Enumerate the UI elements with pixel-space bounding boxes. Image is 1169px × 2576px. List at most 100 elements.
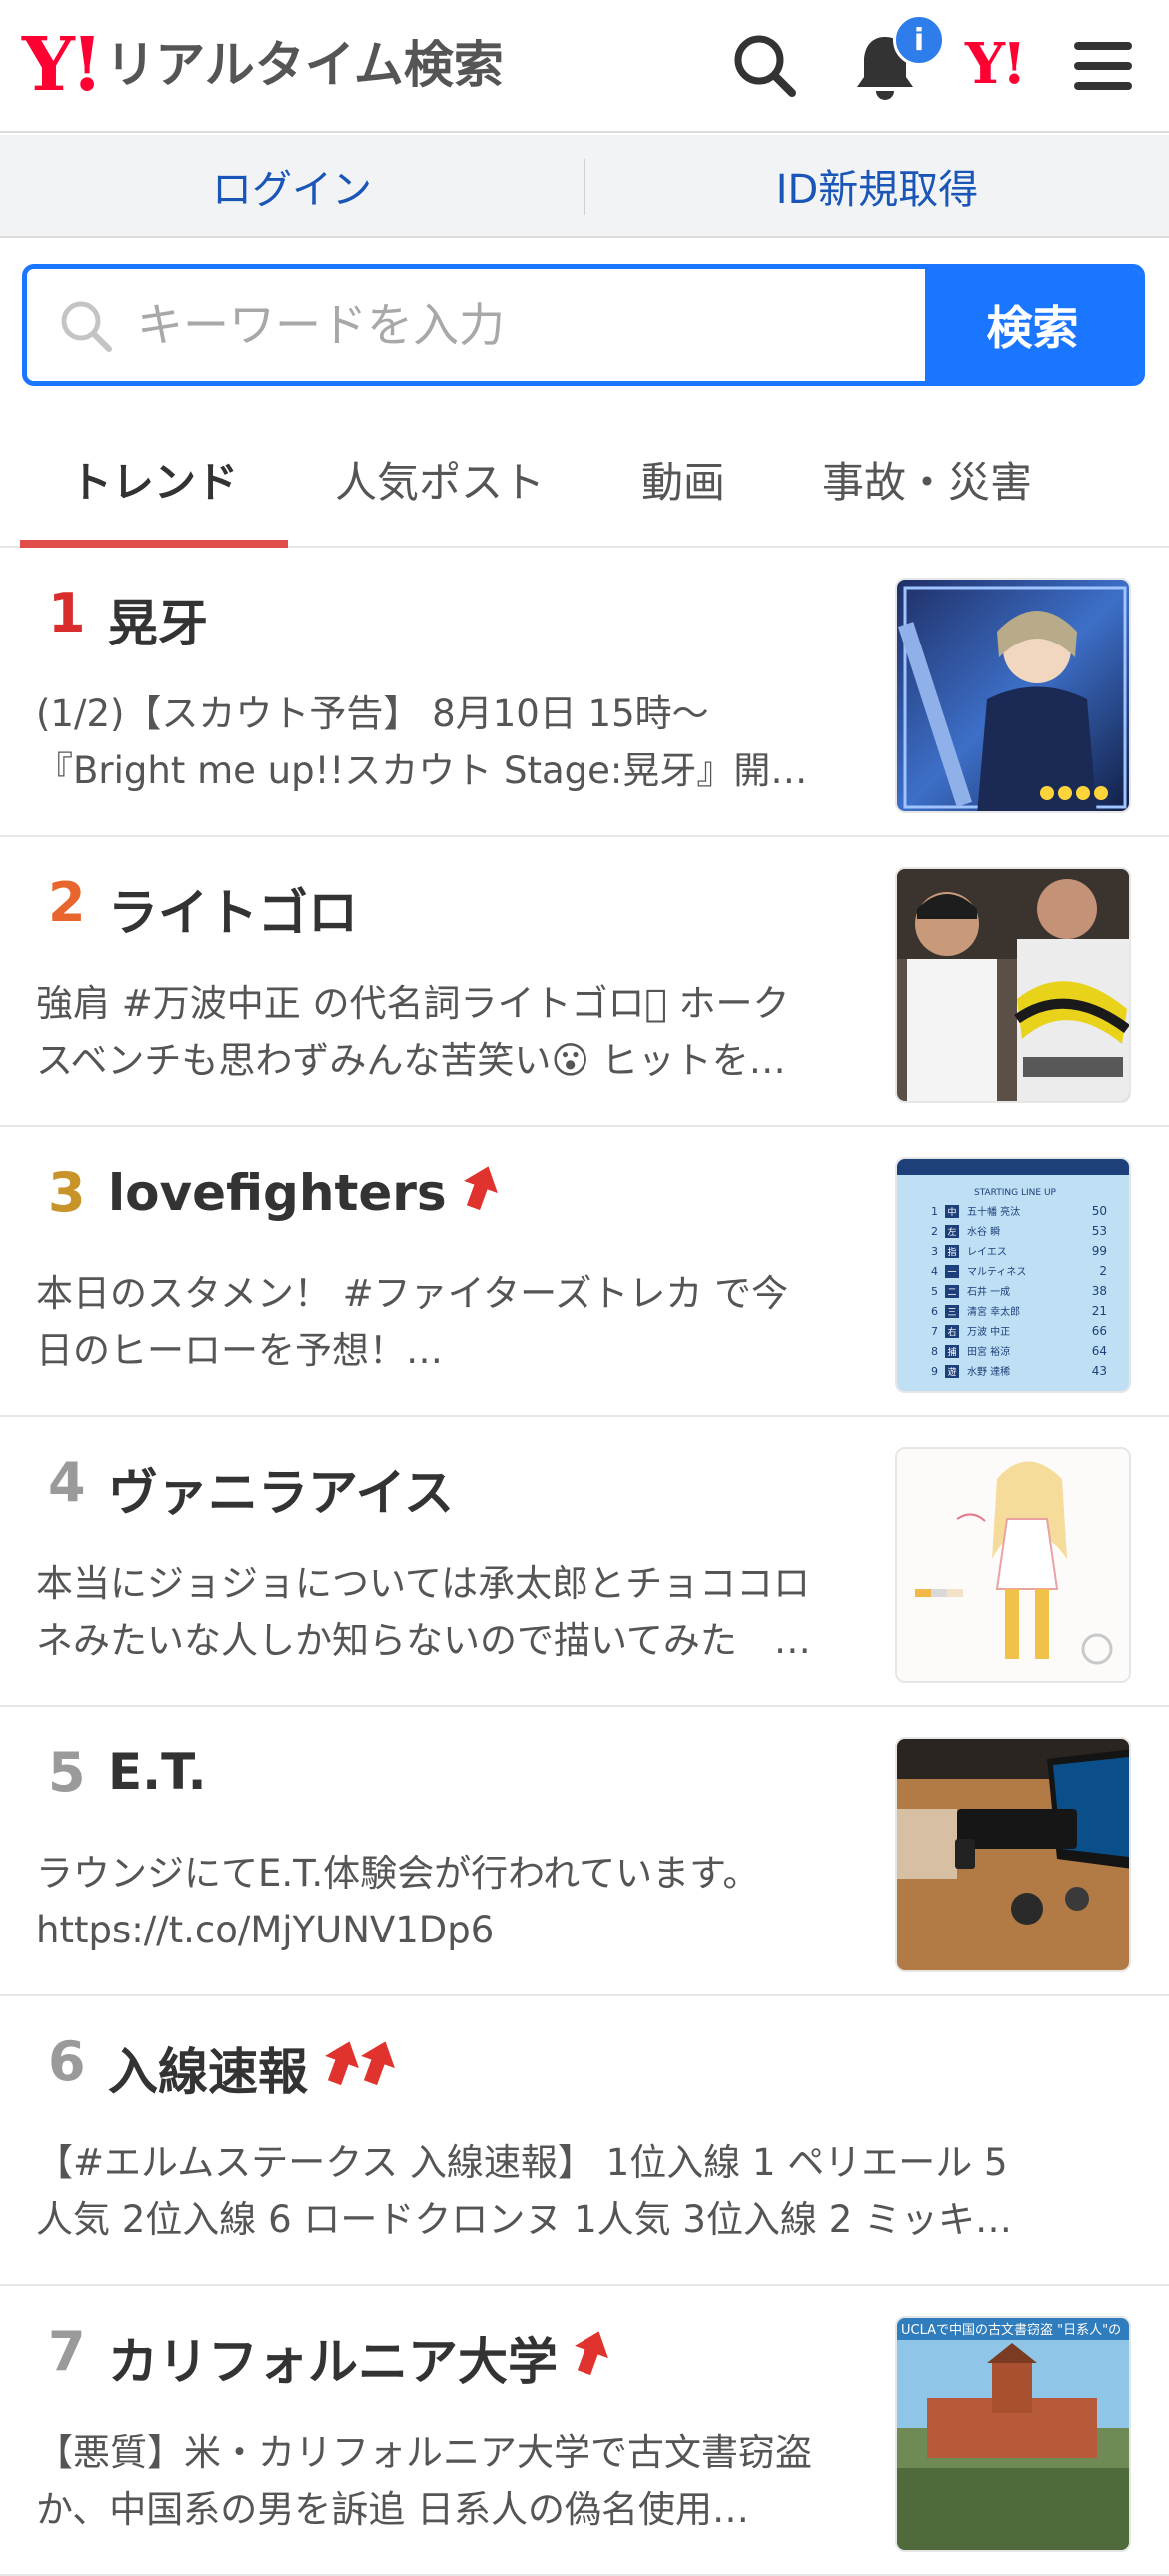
trend-title-text: ヴァニラアイス xyxy=(108,1464,454,1522)
trend-title[interactable]: 晃牙 xyxy=(108,584,208,655)
trend-snippet: 本日のスタメン！ #ファイターズトレカ で今 日のヒーローを予想！… xyxy=(36,1265,855,1379)
trend-snippet: ラウンジにてE.T.体験会が行われています。 https://t.co/MjYUN… xyxy=(36,1845,855,1958)
trend-title-text: lovefighters xyxy=(108,1164,447,1222)
svg-text:9: 9 xyxy=(931,1365,938,1378)
svg-text:53: 53 xyxy=(1092,1224,1107,1238)
svg-text:二: 二 xyxy=(947,1288,956,1298)
svg-text:64: 64 xyxy=(1092,1344,1107,1358)
trend-snippet-line: (1/2)【スカウト予告】 8月10日 15時〜 xyxy=(36,692,709,735)
trend-item[interactable]: 6 入線速報【#エルムステークス 入線速報】 1位入線 1 ペリエール 5 人気 2… xyxy=(0,1996,1169,2286)
trend-rank: 7 xyxy=(48,2320,86,2383)
svg-text:5: 5 xyxy=(931,1285,938,1298)
trend-item[interactable]: 2 ライトゴロ 強肩 #万波中正 の代名詞ライトゴロ􁉡 ホーク スベンチも思わずみんな… xyxy=(0,837,1169,1127)
trend-up-arrow-icon xyxy=(358,2038,398,2098)
tab-videos[interactable]: 動画 xyxy=(599,410,767,548)
trend-rank: 1 xyxy=(48,582,86,644)
trend-rank: 2 xyxy=(48,871,86,934)
active-tab-indicator xyxy=(20,540,288,548)
svg-text:4: 4 xyxy=(931,1265,938,1278)
lineup-card-image[interactable]: STARTING LINE UP 1 中五十幡 亮汰 50 2 左水谷 瞬 53 3 指レイエス… xyxy=(895,1157,1131,1393)
svg-text:2: 2 xyxy=(931,1225,938,1238)
trend-snippet-line: 『Bright me up!!スカウト Stage:晃牙』開… xyxy=(36,749,808,792)
trend-item[interactable]: 1 晃牙 (1/2)【スカウト予告】 8月10日 15時〜『Bright me up… xyxy=(0,548,1169,837)
logo-text: リアルタイム検索 xyxy=(105,36,504,94)
svg-text:1: 1 xyxy=(931,1205,938,1218)
trend-title[interactable]: ライトゴロ xyxy=(108,873,358,945)
baseball-bench-image[interactable] xyxy=(895,867,1131,1103)
yahoo-logo[interactable]: Y! xyxy=(965,36,1027,92)
svg-text:38: 38 xyxy=(1092,1284,1107,1298)
trend-snippet-line: 本日のスタメン！ #ファイターズトレカ で今 xyxy=(36,1272,789,1315)
notification-badge: i xyxy=(893,14,945,66)
trend-item[interactable]: 3 lovefighters 本日のスタメン！ #ファイターズトレカ で今 日のヒーロ… xyxy=(0,1127,1169,1417)
svg-text:田宮 裕涼: 田宮 裕涼 xyxy=(967,1345,1010,1358)
trend-item[interactable]: 7 カリフォルニア大学【悪質】米・カリフォルニア大学で古文書窃盗 か、中国系の男を訴… xyxy=(0,2286,1169,2576)
svg-text:一: 一 xyxy=(947,1268,956,1278)
trend-snippet: 本当にジョジョについては承太郎とチョココロ ネみたいな人しか知らないので描いてみた… xyxy=(36,1555,855,1669)
trend-rank: 3 xyxy=(48,1161,86,1224)
trend-title-text: ライトゴロ xyxy=(108,884,358,942)
svg-text:66: 66 xyxy=(1092,1324,1107,1338)
menu-icon[interactable] xyxy=(1065,28,1141,104)
trend-snippet-line: 人気 2位入線 6 ロードクロンヌ 1人気 3位入線 2 ミッキ… xyxy=(36,2198,1013,2241)
trend-snippet-line: ラウンジにてE.T.体験会が行われています。 xyxy=(36,1852,760,1895)
game-console-image[interactable] xyxy=(895,1737,1131,1972)
trend-snippet-line: か、中国系の男を訴追 日系人の偽名使用… xyxy=(36,2488,750,2531)
illustration-image[interactable] xyxy=(895,1447,1131,1683)
trend-snippet-line: https://t.co/MjYUNV1Dp6 xyxy=(36,1909,495,1951)
trend-snippet: 【悪質】米・カリフォルニア大学で古文書窃盗 か、中国系の男を訴追 日系人の偽名使用… xyxy=(36,2424,855,2538)
search-button[interactable]: 検索 xyxy=(925,269,1140,381)
news-campus-image[interactable]: UCLAで中国の古文書窃盗 "日系人"の xyxy=(895,2316,1131,2552)
svg-text:右: 右 xyxy=(947,1326,956,1338)
trend-title-text: 入線速報 xyxy=(108,2043,308,2101)
trend-title[interactable]: lovefighters xyxy=(108,1163,501,1223)
trend-snippet: 【#エルムステークス 入線速報】 1位入線 1 ペリエール 5 人気 2位入線 6… xyxy=(36,2134,1135,2248)
trend-title[interactable]: カリフォルニア大学 xyxy=(108,2322,611,2394)
trend-up-arrow-icon xyxy=(461,1163,501,1223)
trend-title[interactable]: 入線速報 xyxy=(108,2032,398,2104)
svg-text:指: 指 xyxy=(947,1246,956,1258)
trend-rank: 5 xyxy=(48,1741,86,1804)
svg-text:マルティネス: マルティネス xyxy=(967,1266,1026,1278)
tab-accidents-disasters[interactable]: 事故・災害 xyxy=(799,410,1055,548)
svg-text:三: 三 xyxy=(947,1308,956,1318)
svg-text:水野 達稀: 水野 達稀 xyxy=(967,1365,1010,1378)
trend-snippet-line: スベンチも思わずみんな苦笑い😮 ヒットを… xyxy=(36,1039,786,1082)
svg-text:8: 8 xyxy=(931,1345,938,1358)
tab-trend[interactable]: トレンド xyxy=(20,410,288,548)
trend-item[interactable]: 4 ヴァニラアイス本当にジョジョについては承太郎とチョココロ ネみたいな人しか知らな… xyxy=(0,1417,1169,1707)
signup-link[interactable]: ID新規取得 xyxy=(585,135,1169,236)
trend-title-text: 晃牙 xyxy=(108,595,208,652)
trend-snippet-line: 本当にジョジョについては承太郎とチョココロ xyxy=(36,1562,811,1605)
svg-text:万波 中正: 万波 中正 xyxy=(967,1325,1010,1338)
svg-text:7: 7 xyxy=(931,1325,938,1338)
svg-text:50: 50 xyxy=(1092,1204,1107,1218)
search-icon[interactable] xyxy=(727,28,803,104)
trend-title[interactable]: ヴァニラアイス xyxy=(108,1453,454,1525)
svg-text:遊: 遊 xyxy=(947,1366,956,1378)
trend-rank: 6 xyxy=(48,2030,86,2093)
lineup-header: STARTING LINE UP xyxy=(974,1188,1057,1198)
svg-text:水谷 瞬: 水谷 瞬 xyxy=(967,1225,1000,1238)
yahoo-realtime-logo[interactable]: Y! リアルタイム検索 xyxy=(22,28,504,102)
trend-item[interactable]: 5 E.T. ラウンジにてE.T.体験会が行われています。 https://t.co/… xyxy=(0,1707,1169,1996)
anime-card-image[interactable] xyxy=(895,578,1131,813)
search-field-icon xyxy=(57,297,115,359)
svg-text:43: 43 xyxy=(1092,1364,1107,1378)
trend-title-text: カリフォルニア大学 xyxy=(108,2333,558,2391)
svg-text:左: 左 xyxy=(947,1226,956,1238)
tab-popular-posts[interactable]: 人気ポスト xyxy=(318,410,562,548)
svg-text:21: 21 xyxy=(1092,1304,1107,1318)
svg-text:五十幡 亮汰: 五十幡 亮汰 xyxy=(967,1205,1020,1218)
trend-rank: 4 xyxy=(48,1451,86,1514)
svg-text:2: 2 xyxy=(1099,1264,1107,1278)
svg-text:石井 一成: 石井 一成 xyxy=(967,1285,1010,1298)
trend-title[interactable]: E.T. xyxy=(108,1743,207,1801)
search-field xyxy=(27,269,925,381)
trend-snippet-line: ネみたいな人しか知らないので描いてみた … xyxy=(36,1619,811,1662)
trend-up-arrow-icon xyxy=(322,2038,362,2098)
login-link[interactable]: ログイン xyxy=(0,135,584,236)
trend-up-arrow-icon xyxy=(572,2328,611,2388)
search-input[interactable] xyxy=(137,269,836,381)
svg-text:捕: 捕 xyxy=(947,1346,956,1358)
